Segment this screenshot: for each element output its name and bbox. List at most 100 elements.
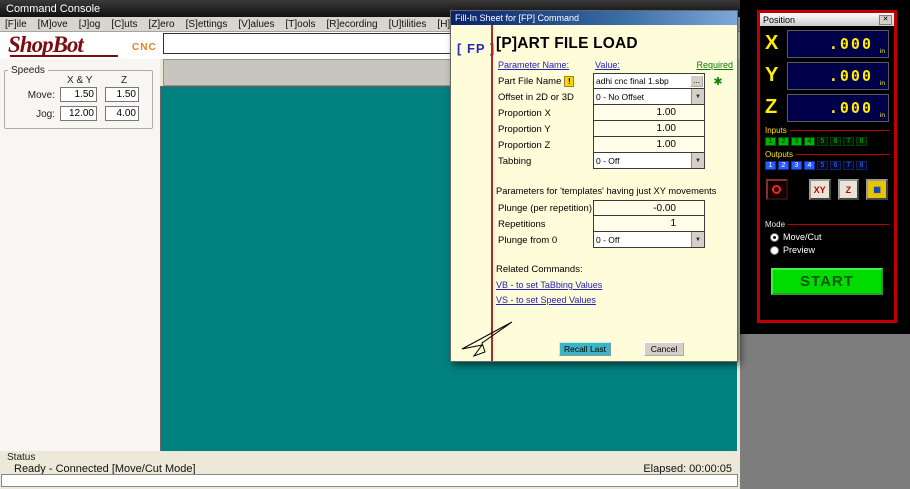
proportion-z-field[interactable]: 1.00	[593, 137, 705, 153]
chevron-down-icon[interactable]: ▼	[691, 89, 704, 104]
menu-utilities[interactable]: [U]tilities	[389, 19, 427, 30]
move-label: Move:	[27, 90, 55, 101]
param-table: Part File Name ! adhi cnc final 1.sbp ..…	[496, 73, 733, 169]
chevron-down-icon[interactable]: ▼	[691, 153, 704, 168]
link-vb-tabbing[interactable]: VB - to set TaBbing Values	[496, 280, 602, 290]
offset-dropdown[interactable]: 0 - No Offset ▼	[593, 89, 705, 105]
fp-dialog: Fill-In Sheet for [FP] Command [ FP ] [P…	[450, 10, 738, 362]
jog-xy-input[interactable]	[60, 106, 97, 121]
col-required: Required	[696, 60, 733, 70]
proportion-z-value: 1.00	[656, 139, 676, 150]
position-titlebar[interactable]: Position ✕	[760, 13, 894, 26]
param-table-templates: Plunge (per repetition) -0.00 Repetition…	[496, 200, 733, 248]
dialog-content: [P]ART FILE LOAD Parameter Name: Value: …	[496, 35, 733, 305]
axis-row-z: Z .000 in	[765, 93, 889, 122]
start-button[interactable]: START	[771, 268, 883, 295]
param-row-part-file: Part File Name ! adhi cnc final 1.sbp ..…	[496, 73, 733, 89]
proportion-y-field[interactable]: 1.00	[593, 121, 705, 137]
axis-x-label: X	[765, 32, 779, 54]
chevron-down-icon[interactable]: ▼	[691, 232, 704, 247]
menu-recording[interactable]: [R]ecording	[326, 19, 377, 30]
axis-row-x: X .000 in	[765, 29, 889, 58]
param-row-offset: Offset in 2D or 3D 0 - No Offset ▼	[496, 89, 733, 105]
column-headers: Parameter Name: Value: Required	[496, 60, 733, 73]
red-dot-icon	[772, 185, 782, 194]
axis-x-value: .000	[828, 34, 873, 53]
plunge-from-0-dropdown[interactable]: 0 - Off ▼	[593, 232, 705, 248]
left-panel: Speeds X & Y Z Move: Jog:	[0, 59, 160, 451]
radio-unselected-icon[interactable]	[770, 245, 779, 255]
zero-xy-button[interactable]: XY	[808, 179, 831, 200]
mode-option-move-cut[interactable]: Move/Cut	[770, 232, 894, 242]
offset-label: Offset in 2D or 3D	[498, 91, 574, 103]
param-row-plunge: Plunge (per repetition) -0.00	[496, 200, 733, 216]
menu-move[interactable]: [M]ove	[38, 19, 68, 30]
input-led-4: 4	[804, 137, 815, 146]
part-file-field[interactable]: adhi cnc final 1.sbp ...	[593, 73, 705, 89]
output-led-row: 1 2 3 4 5 6 7 8	[765, 161, 889, 170]
axis-z-label: Z	[765, 96, 778, 118]
tabbing-dropdown[interactable]: 0 - Off ▼	[593, 153, 705, 169]
move-z-input[interactable]	[105, 87, 139, 102]
menu-zero[interactable]: [Z]ero	[149, 19, 175, 30]
mode-option-preview[interactable]: Preview	[770, 245, 894, 255]
divider-line	[788, 224, 889, 225]
position-window: Position ✕ X .000 in Y .000 in Z .000 in	[757, 10, 897, 323]
proportion-x-field[interactable]: 1.00	[593, 105, 705, 121]
cancel-button[interactable]: Cancel	[644, 342, 684, 356]
templates-section-title: Parameters for 'templates' having just X…	[496, 186, 717, 196]
plunge-field[interactable]: -0.00	[593, 200, 705, 216]
menu-tools[interactable]: [T]ools	[285, 19, 315, 30]
edge-tool-button[interactable]: ▦	[866, 179, 888, 200]
speeds-panel: Speeds X & Y Z Move: Jog:	[4, 65, 153, 129]
dialog-titlebar[interactable]: Fill-In Sheet for [FP] Command	[451, 11, 737, 25]
input-led-5: 5	[817, 137, 828, 146]
offset-value: 0 - No Offset	[596, 91, 645, 102]
output-led-1: 1	[765, 161, 776, 170]
zero-z-button[interactable]: Z	[837, 179, 860, 200]
output-led-7: 7	[843, 161, 854, 170]
jog-z-input[interactable]	[105, 106, 139, 121]
repetitions-field[interactable]: 1	[593, 216, 705, 232]
menu-jog[interactable]: [J]og	[79, 19, 101, 30]
browse-button[interactable]: ...	[690, 75, 703, 87]
input-led-8: 8	[856, 137, 867, 146]
move-xy-input[interactable]	[60, 87, 97, 102]
window-title: Command Console	[6, 2, 101, 15]
desktop: Command Console [F]ile [M]ove [J]og [C]u…	[0, 0, 910, 489]
menu-settings[interactable]: [S]ettings	[186, 19, 228, 30]
position-title: Position	[763, 14, 796, 25]
warning-icon[interactable]: !	[564, 75, 575, 87]
command-code: [ FP ]	[457, 41, 496, 56]
part-file-value: adhi cnc final 1.sbp	[596, 76, 669, 86]
proportion-x-value: 1.00	[656, 107, 676, 118]
proportion-y-value: 1.00	[656, 123, 676, 134]
plunge-value: -0.00	[653, 202, 676, 214]
plunge-label: Plunge (per repetition)	[498, 202, 592, 214]
output-led-4: 4	[804, 161, 815, 170]
status-label: Status	[7, 452, 36, 463]
spindle-indicator-button[interactable]	[766, 179, 788, 200]
axis-z-readout: .000 in	[787, 93, 889, 122]
input-led-6: 6	[830, 137, 841, 146]
input-led-2: 2	[778, 137, 789, 146]
recall-last-button[interactable]: Recall Last	[559, 342, 611, 356]
menu-cuts[interactable]: [C]uts	[111, 19, 137, 30]
speeds-col-z: Z	[121, 75, 128, 86]
radio-selected-icon[interactable]	[770, 232, 779, 242]
plunge-from-0-value: 0 - Off	[596, 234, 620, 245]
mode-move-cut-label: Move/Cut	[783, 232, 822, 242]
axis-z-value: .000	[828, 98, 873, 117]
axis-y-readout: .000 in	[787, 61, 889, 90]
axis-y-value: .000	[828, 66, 873, 85]
dialog-heading: [P]ART FILE LOAD	[496, 35, 638, 52]
jog-label: Jog:	[36, 109, 55, 120]
link-vs-speed[interactable]: VS - to set Speed Values	[496, 295, 596, 305]
param-row-repetitions: Repetitions 1	[496, 216, 733, 232]
menu-file[interactable]: [F]ile	[5, 19, 27, 30]
close-icon[interactable]: ✕	[879, 14, 892, 25]
menu-values[interactable]: [V]alues	[238, 19, 274, 30]
param-row-proportion-x: Proportion X 1.00	[496, 105, 733, 121]
input-led-3: 3	[791, 137, 802, 146]
